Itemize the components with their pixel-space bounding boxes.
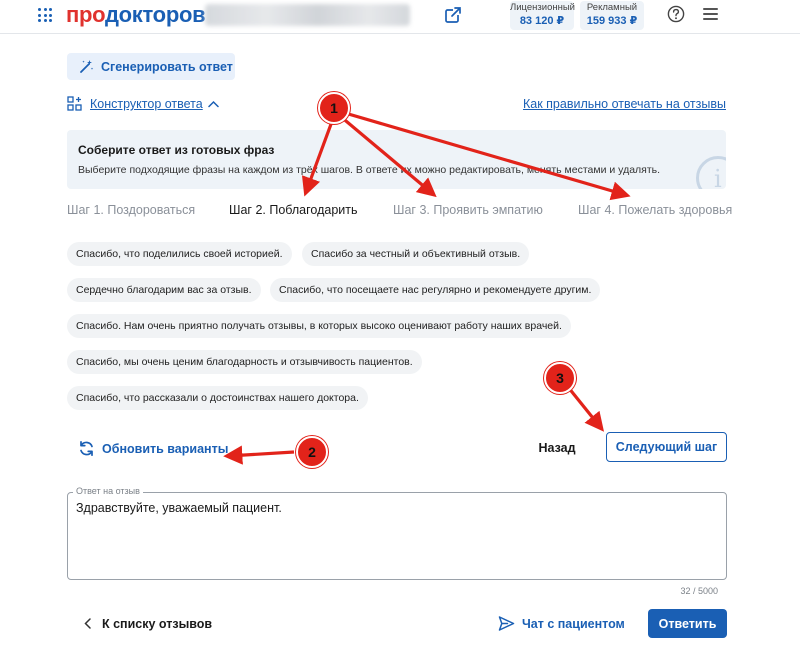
info-icon: i — [696, 156, 726, 189]
blurred-clinic-name — [205, 4, 410, 26]
annotation-badge-3: 3 — [544, 362, 576, 394]
balance-license-value: 83 120 ₽ — [519, 15, 565, 27]
balance-ads[interactable]: Рекламный 159 933 ₽ — [580, 1, 644, 30]
phrase-chip[interactable]: Спасибо. Нам очень приятно получать отзы… — [67, 314, 571, 338]
generate-reply-label: Сгенерировать ответ — [101, 59, 233, 74]
balance-ads-label: Рекламный — [586, 2, 638, 13]
chevron-left-icon — [84, 618, 91, 629]
info-icon-glyph: i — [714, 165, 722, 189]
magic-wand-icon — [80, 60, 94, 73]
submit-reply-button[interactable]: Ответить — [648, 609, 727, 638]
back-to-reviews-label: К списку отзывов — [102, 617, 213, 631]
arrow-to-refresh — [223, 445, 295, 465]
tab-step-1[interactable]: Шаг 1. Поздороваться — [67, 203, 195, 217]
balance-ads-value: 159 933 ₽ — [586, 15, 638, 27]
info-text: Выберите подходящие фразы на каждом из т… — [78, 164, 661, 176]
top-header: продокторов Лицензионный 83 120 ₽ Реклам… — [0, 0, 800, 34]
steps-tabs: Шаг 1. Поздороваться Шаг 2. Поблагодарит… — [67, 203, 732, 221]
info-box: Соберите ответ из готовых фраз Выберите … — [67, 130, 726, 189]
tab-step-3[interactable]: Шаг 3. Проявить эмпатию — [393, 203, 543, 217]
reply-textarea[interactable]: Здравствуйте, уважаемый пациент. — [68, 493, 726, 579]
phrase-chip[interactable]: Спасибо, что поделились своей историей. — [67, 242, 292, 266]
phrase-chip[interactable]: Спасибо за честный и объективный отзыв. — [302, 242, 530, 266]
refresh-icon — [80, 440, 93, 457]
chevron-up-icon[interactable] — [208, 100, 219, 108]
tab-step-2[interactable]: Шаг 2. Поблагодарить — [229, 203, 358, 217]
balance-license[interactable]: Лицензионный 83 120 ₽ — [510, 1, 575, 30]
refresh-options-label: Обновить варианты — [102, 442, 229, 456]
annotation-badge-1: 1 — [318, 92, 350, 124]
constructor-link[interactable]: Конструктор ответа — [90, 97, 203, 111]
howto-reply-link[interactable]: Как правильно отвечать на отзывы — [523, 97, 726, 111]
tab-step-4[interactable]: Шаг 4. Пожелать здоровья — [578, 203, 732, 217]
phrase-chip[interactable]: Спасибо, что рассказали о достоинствах н… — [67, 386, 368, 410]
info-title: Соберите ответ из готовых фраз — [78, 143, 275, 157]
next-step-button[interactable]: Следующий шаг — [606, 432, 727, 462]
apps-grid-icon[interactable] — [38, 8, 52, 22]
balance-license-label: Лицензионный — [510, 2, 575, 13]
phrase-chip[interactable]: Спасибо, что посещаете нас регулярно и р… — [270, 278, 601, 302]
char-counter: 32 / 5000 — [680, 586, 718, 596]
send-icon — [498, 616, 515, 631]
reply-field: Ответ на отзыв Здравствуйте, уважаемый п… — [67, 486, 727, 580]
phrase-chip[interactable]: Спасибо, мы очень ценим благодарность и … — [67, 350, 422, 374]
arrow-to-next-step — [566, 385, 605, 432]
constructor-blocks-icon — [67, 96, 82, 111]
annotation-badge-2: 2 — [296, 436, 328, 468]
generate-reply-button[interactable]: Сгенерировать ответ — [67, 53, 235, 80]
help-icon[interactable] — [667, 5, 685, 23]
hamburger-menu-icon[interactable] — [703, 8, 718, 21]
back-button[interactable]: Назад — [530, 434, 584, 462]
logo-part-doctors: докторов — [104, 2, 206, 27]
chat-with-patient-label: Чат с пациентом — [522, 617, 625, 631]
phrase-chip[interactable]: Сердечно благодарим вас за отзыв. — [67, 278, 261, 302]
logo-part-pro: про — [66, 2, 105, 27]
logo[interactable]: продокторов — [66, 2, 206, 28]
external-link-icon[interactable] — [444, 6, 462, 24]
